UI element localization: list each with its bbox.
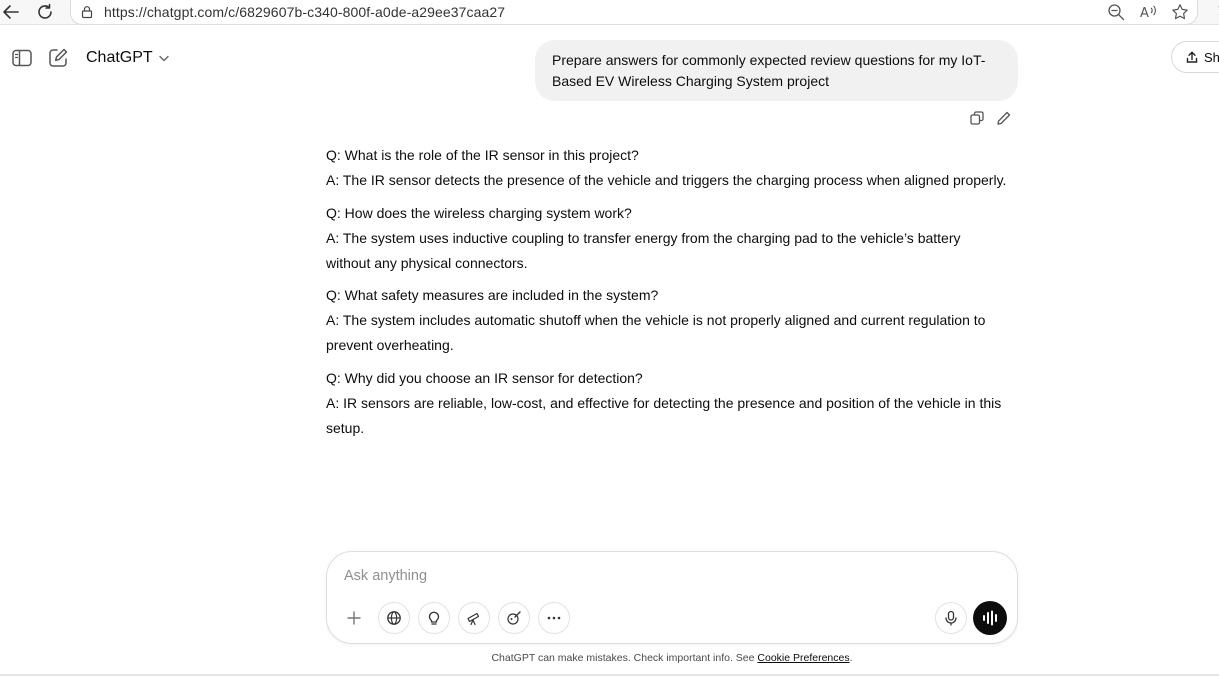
qa-item: Q: Why did you choose an IR sensor for d… bbox=[326, 366, 1026, 441]
disclaimer-text: ChatGPT can make mistakes. Check importa… bbox=[491, 652, 758, 664]
globe-icon bbox=[387, 611, 401, 625]
question-text: Q: What safety measures are included in … bbox=[326, 287, 659, 303]
cookie-preferences-link[interactable]: Cookie Preferences bbox=[757, 652, 849, 664]
user-message-bubble: Prepare answers for commonly expected re… bbox=[535, 40, 1018, 101]
url-text[interactable]: https://chatgpt.com/c/6829607b-c340-800f… bbox=[104, 4, 505, 20]
more-tools-button[interactable] bbox=[538, 602, 570, 634]
voice-mode-button[interactable] bbox=[973, 601, 1007, 635]
qa-item: Q: How does the wireless charging system… bbox=[326, 201, 1026, 276]
voice-waveform-icon bbox=[983, 610, 997, 626]
attach-plus-button[interactable] bbox=[338, 602, 370, 634]
microphone-icon bbox=[945, 610, 957, 626]
share-icon bbox=[1186, 51, 1198, 63]
share-label: Sh bbox=[1204, 49, 1219, 65]
deep-research-button[interactable] bbox=[458, 602, 490, 634]
share-button[interactable]: Sh bbox=[1171, 41, 1219, 73]
answer-text: A: IR sensors are reliable, low-cost, an… bbox=[326, 394, 1002, 436]
question-text: Q: What is the role of the IR sensor in … bbox=[326, 147, 639, 163]
question-text: Q: How does the wireless charging system… bbox=[326, 204, 632, 221]
lightbulb-icon bbox=[428, 611, 440, 625]
qa-item: Q: What is the role of the IR sensor in … bbox=[326, 143, 1026, 193]
read-aloud-icon[interactable]: A bbox=[1139, 3, 1159, 21]
copy-icon[interactable] bbox=[967, 108, 987, 128]
edit-pencil-icon[interactable] bbox=[994, 108, 1014, 128]
refresh-icon[interactable] bbox=[34, 2, 56, 22]
assistant-message: Q: What is the role of the IR sensor in … bbox=[326, 143, 1026, 448]
favorite-star-icon[interactable] bbox=[1170, 3, 1190, 21]
disclaimer-end: . bbox=[849, 652, 853, 664]
search-web-button[interactable] bbox=[378, 602, 410, 634]
answer-text: A: The system includes automatic shutoff… bbox=[326, 312, 986, 353]
favorites-icon[interactable] bbox=[1208, 2, 1219, 22]
reason-button[interactable] bbox=[418, 602, 450, 634]
site-info-icon[interactable] bbox=[77, 3, 97, 21]
new-chat-icon[interactable] bbox=[46, 46, 70, 70]
zoom-out-icon[interactable] bbox=[1106, 3, 1126, 21]
answer-text: A: The system uses inductive coupling to… bbox=[326, 229, 961, 271]
model-selector[interactable]: ChatGPT bbox=[86, 49, 169, 67]
svg-text:A: A bbox=[1140, 6, 1149, 20]
sidebar-toggle-icon[interactable] bbox=[10, 46, 34, 70]
question-text: Q: Why did you choose an IR sensor for d… bbox=[326, 369, 643, 386]
user-message-text: Prepare answers for commonly expected re… bbox=[552, 52, 986, 89]
composer bbox=[326, 551, 1018, 644]
disclaimer-footer: ChatGPT can make mistakes. Check importa… bbox=[0, 652, 1219, 664]
create-image-button[interactable] bbox=[498, 602, 530, 634]
dictate-button[interactable] bbox=[935, 602, 967, 634]
brush-icon bbox=[507, 611, 521, 625]
more-dots-icon bbox=[547, 616, 561, 620]
prompt-input[interactable] bbox=[344, 568, 904, 584]
browser-toolbar: https://chatgpt.com/c/6829607b-c340-800f… bbox=[0, 0, 1219, 25]
model-name-label: ChatGPT bbox=[86, 49, 153, 66]
qa-item: Q: What safety measures are included in … bbox=[326, 283, 1026, 358]
plus-icon bbox=[347, 611, 361, 625]
telescope-icon bbox=[467, 612, 480, 626]
answer-text: A: The IR sensor detects the presence of… bbox=[326, 172, 1007, 188]
address-bar[interactable]: https://chatgpt.com/c/6829607b-c340-800f… bbox=[70, 0, 1198, 25]
back-arrow-icon[interactable] bbox=[0, 2, 22, 22]
chevron-down-icon bbox=[158, 55, 169, 61]
